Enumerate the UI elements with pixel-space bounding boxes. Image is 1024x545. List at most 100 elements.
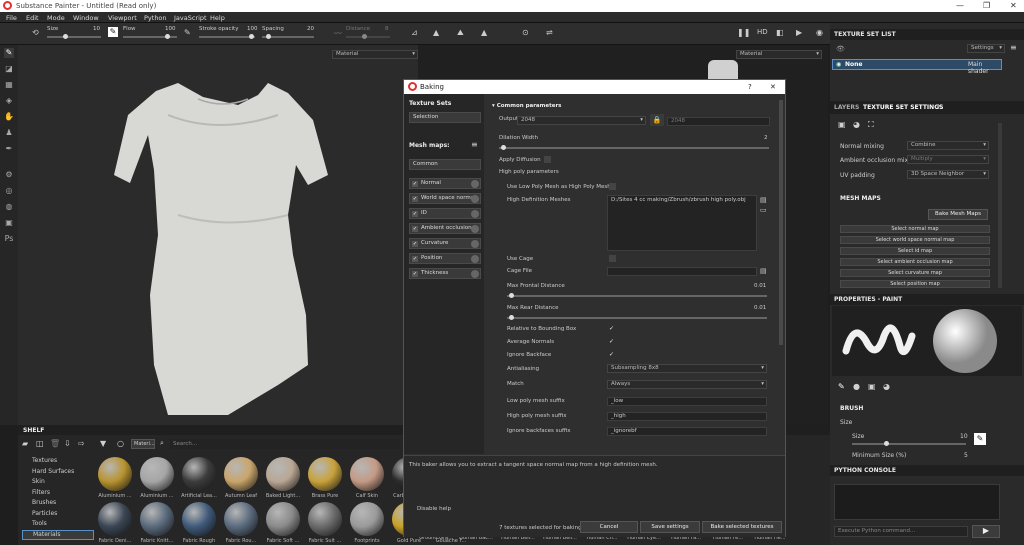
material-thumbnail[interactable] xyxy=(266,502,300,536)
viewport-material-select[interactable]: Material xyxy=(332,50,418,59)
size-slider[interactable] xyxy=(47,34,101,39)
tss-scrollbar[interactable] xyxy=(998,123,1002,288)
settings-dropdown[interactable]: Settings xyxy=(967,44,1005,53)
filter-chip[interactable]: Materi... xyxy=(131,439,155,449)
high-suffix-field[interactable]: _high xyxy=(607,412,767,421)
projection-icon[interactable]: ▦ xyxy=(4,80,14,90)
video-icon[interactable]: ▶ xyxy=(796,28,802,37)
clone-icon[interactable]: ♟ xyxy=(4,128,14,138)
use-low-poly-checkbox[interactable] xyxy=(609,183,616,190)
uv-align-icon[interactable]: ▲ xyxy=(481,28,487,37)
dialog-scrollbar[interactable] xyxy=(779,100,783,345)
material-tab-icon[interactable]: ◕ xyxy=(883,382,890,391)
viewport2-material-select[interactable]: Material xyxy=(736,50,822,59)
low-suffix-field[interactable]: _low xyxy=(607,397,767,406)
material-thumbnail[interactable] xyxy=(140,502,174,536)
category-brushes[interactable]: Brushes xyxy=(32,499,56,506)
alpha-tab-icon[interactable]: ● xyxy=(853,382,860,391)
tab-texture-set-settings[interactable]: TEXTURE SET SETTINGS xyxy=(863,104,943,111)
selection-item[interactable]: Selection xyxy=(409,112,481,123)
material-thumbnail[interactable] xyxy=(350,457,384,491)
map-world-space-normal[interactable]: ✓ World space normal xyxy=(409,193,481,204)
viewer-settings-icon[interactable]: ◎ xyxy=(4,186,14,196)
menu-help[interactable]: Help xyxy=(210,14,225,22)
common-item[interactable]: Common xyxy=(409,159,481,170)
category-filters[interactable]: Filters xyxy=(32,489,50,496)
distance-slider[interactable] xyxy=(346,34,390,39)
display-mode-icon[interactable]: ◧ xyxy=(776,28,784,37)
disable-help-link[interactable]: Disable help xyxy=(417,506,451,512)
material-thumbnail[interactable] xyxy=(98,502,132,536)
stencil-tab-icon[interactable]: ▣ xyxy=(868,382,876,391)
hd-meshes-field[interactable]: D:/Sites 4 cc making/Zbrush/zbrush high … xyxy=(607,195,757,251)
dilation-width-slider[interactable] xyxy=(499,145,769,150)
smudge-icon[interactable]: ✋ xyxy=(4,112,14,122)
tss-shader-icon[interactable]: ◕ xyxy=(853,120,860,129)
normal-mixing-select[interactable]: Combine xyxy=(907,141,989,150)
average-normals-checkbox[interactable]: ✓ xyxy=(609,338,616,345)
flow-slider[interactable] xyxy=(123,34,177,39)
bake-icon[interactable]: ⚙ xyxy=(4,170,14,180)
export-icon[interactable]: ⇨ xyxy=(78,439,85,448)
visibility-icon[interactable]: 👁 xyxy=(836,45,845,53)
map-position[interactable]: ✓ Position xyxy=(409,253,481,264)
minimize-icon[interactable]: — xyxy=(956,1,964,10)
use-cage-checkbox[interactable] xyxy=(609,255,616,262)
python-run-button[interactable]: ▶ xyxy=(972,525,1000,538)
map-id[interactable]: ✓ ID xyxy=(409,208,481,219)
select-world-space-normal-button[interactable]: Select world space normal map xyxy=(840,236,990,244)
screenshot-icon[interactable]: ◉ xyxy=(816,28,823,37)
menu-javascript[interactable]: JavaScript xyxy=(174,14,207,22)
category-particles[interactable]: Particles xyxy=(32,510,57,517)
material-thumbnail[interactable] xyxy=(308,457,342,491)
import-icon[interactable]: ⇩ xyxy=(64,439,71,448)
texture-set-eye-icon[interactable]: ◉ xyxy=(836,61,841,68)
relative-bbox-checkbox[interactable]: ✓ xyxy=(609,325,616,332)
python-input[interactable]: Execute Python command... xyxy=(834,526,968,537)
brush-pressure-icon[interactable]: ✎ xyxy=(974,433,986,445)
select-ao-map-button[interactable]: Select ambient occlusion map xyxy=(840,258,990,266)
menu-window[interactable]: Window xyxy=(73,14,99,22)
color-picker-icon[interactable]: ✒ xyxy=(4,144,14,154)
map-curvature[interactable]: ✓ Curvature xyxy=(409,238,481,249)
select-position-map-button[interactable]: Select position map xyxy=(840,280,990,288)
brush-tab-icon[interactable]: ✎ xyxy=(838,382,845,391)
material-thumbnail[interactable] xyxy=(182,502,216,536)
hd-meshes-file-icon[interactable]: ▤ xyxy=(760,196,767,204)
quality-icon[interactable]: HD xyxy=(757,28,768,36)
cancel-button[interactable]: Cancel xyxy=(580,521,638,533)
material-thumbnail[interactable] xyxy=(98,457,132,491)
select-normal-map-button[interactable]: Select normal map xyxy=(840,225,990,233)
filter-icon[interactable]: ▼ xyxy=(100,439,106,448)
display-settings-icon[interactable]: ◍ xyxy=(4,202,14,212)
uv-padding-select[interactable]: 3D Space Neighbor xyxy=(907,170,989,179)
menu-python[interactable]: Python xyxy=(144,14,167,22)
spacing-slider[interactable] xyxy=(262,34,314,39)
folder-icon[interactable]: ▰ xyxy=(22,439,28,448)
pause-icon[interactable]: ❚❚ xyxy=(737,28,750,37)
shelf-search-input[interactable]: Search... xyxy=(170,439,400,449)
hd-meshes-clear-icon[interactable]: ▭ xyxy=(760,206,767,214)
material-thumbnail[interactable] xyxy=(308,502,342,536)
cage-file-icon[interactable]: ▤ xyxy=(760,267,767,275)
polygon-fill-icon[interactable]: ◈ xyxy=(4,96,14,106)
category-skin[interactable]: Skin xyxy=(32,478,45,485)
mesh-maps-list-icon[interactable]: ≡ xyxy=(471,140,478,149)
max-frontal-slider[interactable] xyxy=(507,293,767,298)
map-ambient-occlusion[interactable]: ✓ Ambient occlusion xyxy=(409,223,481,234)
material-thumbnail[interactable] xyxy=(266,457,300,491)
stroke-opacity-slider[interactable] xyxy=(199,34,255,39)
material-thumbnail[interactable] xyxy=(224,457,258,491)
menu-mode[interactable]: Mode xyxy=(47,14,65,22)
ignore-suffix-field[interactable]: _ignorebf xyxy=(607,427,767,436)
help-icon[interactable]: ? xyxy=(748,83,752,91)
output-size-locked-field[interactable]: 2048 xyxy=(667,117,770,126)
menu-file[interactable]: File xyxy=(6,14,17,22)
track-icon[interactable]: ⊙ xyxy=(522,28,529,37)
apply-diffusion-checkbox[interactable] xyxy=(544,156,551,163)
paint-direction-icon[interactable]: ⇌ xyxy=(546,28,553,37)
lazy-mouse-icon[interactable]: 〰 xyxy=(334,28,342,39)
pen-pressure-icon[interactable]: ✎ xyxy=(108,27,118,37)
select-curvature-map-button[interactable]: Select curvature map xyxy=(840,269,990,277)
close-window-icon[interactable]: ✕ xyxy=(1010,1,1017,10)
